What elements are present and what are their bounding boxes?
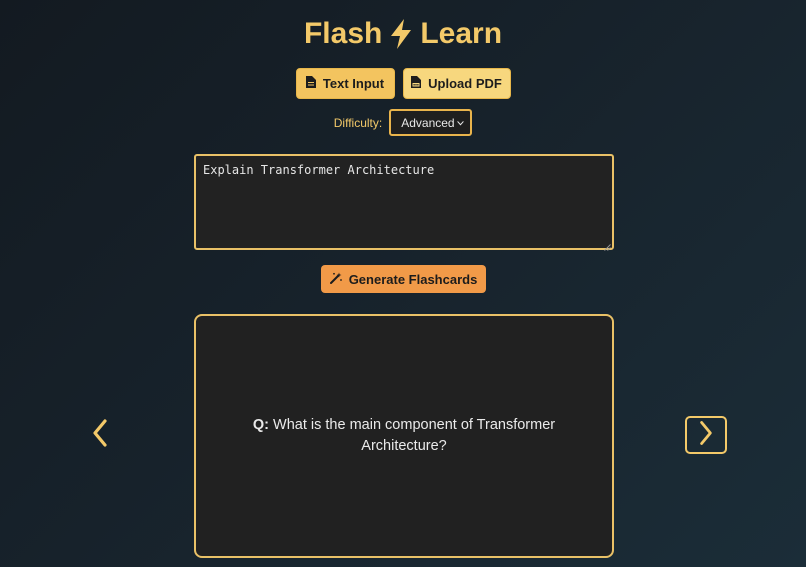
input-mode-toggle: Text Input Upload PDF [0,68,806,99]
pdf-file-icon [411,76,422,91]
app-title: Flash Learn [0,14,806,54]
topic-input-value: Explain Transformer Architecture [203,163,435,177]
generate-flashcards-button[interactable]: Generate Flashcards [321,265,486,293]
upload-pdf-label: Upload PDF [428,76,502,91]
difficulty-selected-value: Advanced [401,115,455,130]
chevron-down-icon [457,118,465,128]
resize-handle-icon[interactable] [604,240,611,251]
text-input-button[interactable]: Text Input [295,68,395,99]
upload-pdf-button[interactable]: Upload PDF [402,68,511,99]
generate-flashcards-label: Generate Flashcards [348,271,478,287]
app-title-left: Flash [303,17,383,50]
magic-wand-icon [329,272,342,287]
difficulty-label: Difficulty: [333,115,383,130]
chevron-left-icon [92,418,108,452]
previous-card-button[interactable] [82,416,118,454]
flashcard[interactable]: Q: What is the main component of Transfo… [194,314,614,558]
flashcard-content: Q: What is the main component of Transfo… [246,415,562,457]
lightning-bolt-icon [388,18,414,50]
question-prefix: Q: [252,417,269,433]
next-card-button[interactable] [685,416,727,454]
difficulty-select[interactable]: Advanced [389,109,473,136]
app-title-right: Learn [420,17,503,50]
text-input-label: Text Input [322,76,385,91]
topic-input[interactable]: Explain Transformer Architecture [194,154,614,251]
chevron-right-icon [699,420,713,451]
difficulty-row: Difficulty: Advanced [0,109,806,136]
question-text: What is the main component of Transforme… [273,417,556,454]
file-icon [305,76,316,91]
